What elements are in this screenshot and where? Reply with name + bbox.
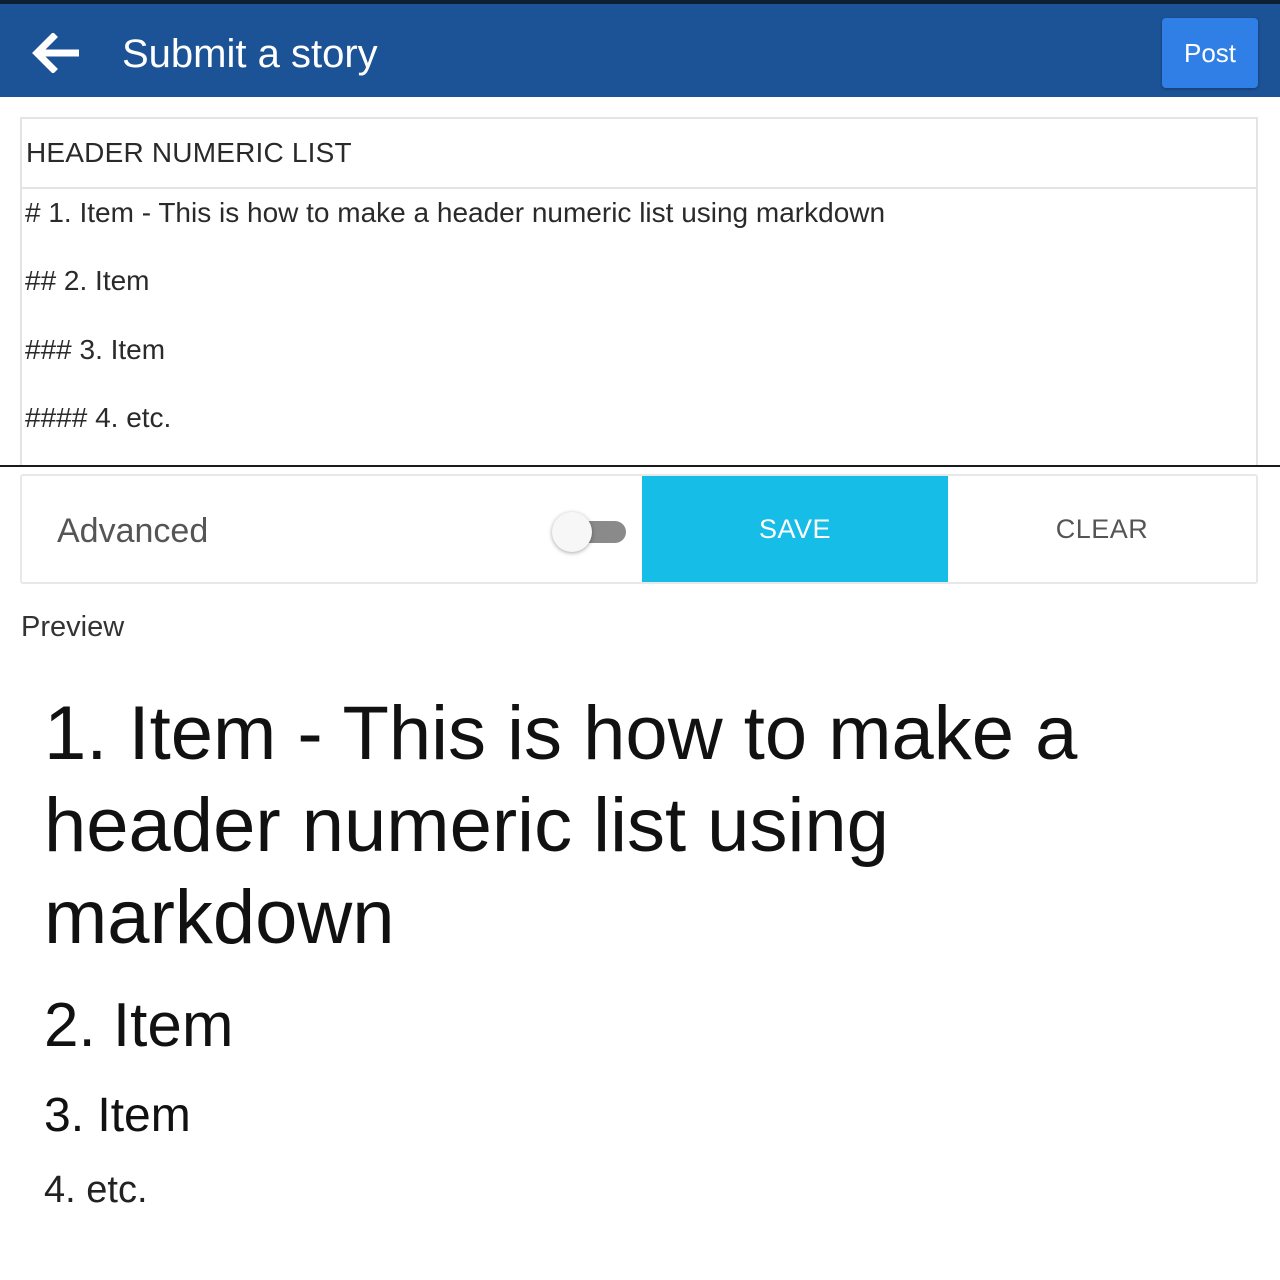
save-button[interactable]: SAVE [642,476,948,582]
preview-heading-2: 2. Item [44,991,234,1060]
toggle-knob [552,512,592,552]
preview-heading-4: 4. etc. [44,1169,148,1211]
body-line: # 1. Item - This is how to make a header… [25,197,886,228]
app-bar: Submit a story Post [0,0,1280,97]
preview-heading-1: 1. Item - This is how to make a header n… [44,691,1078,960]
body-line: ### 3. Item [25,333,166,365]
page-title: Submit a story [122,32,378,76]
story-body-textarea[interactable]: # 1. Item - This is how to make a header… [20,189,1258,466]
divider [0,465,1280,467]
clear-button[interactable]: CLEAR [948,476,1256,582]
post-button[interactable]: Post [1162,18,1258,88]
advanced-toggle[interactable] [550,508,630,554]
back-button[interactable] [26,28,84,78]
body-line: #### 4. etc. [25,401,172,433]
arrow-left-icon [32,33,79,73]
story-title-input[interactable]: HEADER NUMERIC LIST [20,117,1258,189]
preview-label: Preview [21,611,125,643]
advanced-label: Advanced [57,512,209,550]
body-line: ## 2. Item [25,265,150,297]
preview-heading-3: 3. Item [44,1089,191,1142]
editor-controls: Advanced SAVE CLEAR [20,474,1258,584]
